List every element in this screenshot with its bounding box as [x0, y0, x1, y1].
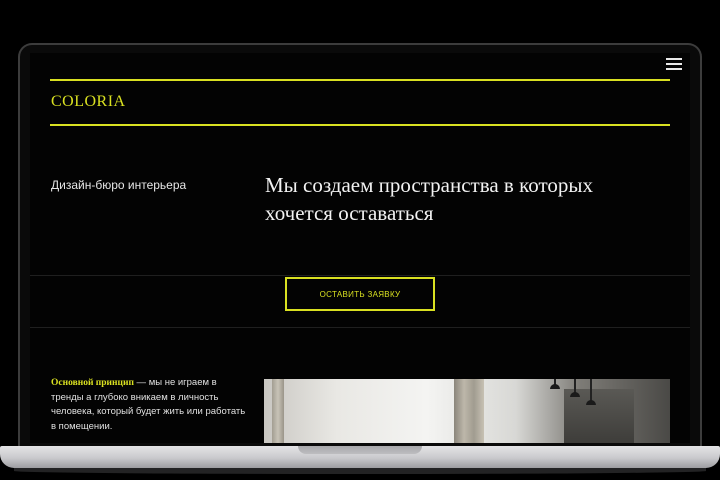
laptop-shadow: [14, 468, 706, 474]
curtain-middle: [454, 379, 484, 443]
laptop-mockup: COLORIA Дизайн-бюро интерьера Мы создаем…: [0, 0, 720, 480]
curtain-left: [272, 379, 284, 443]
section-divider-top: [30, 275, 690, 276]
tagline: Дизайн-бюро интерьера: [51, 178, 187, 192]
pendant-lamp: [550, 379, 560, 389]
header-bottom-rule: [50, 124, 670, 126]
site-logo[interactable]: COLORIA: [51, 93, 126, 111]
pendant-lamp: [586, 379, 596, 405]
hero-headline: Мы создаем пространства в которых хочетс…: [265, 173, 593, 225]
leave-request-button[interactable]: ОСТАВИТЬ ЗАЯВКУ: [285, 277, 435, 311]
laptop-lid: COLORIA Дизайн-бюро интерьера Мы создаем…: [18, 43, 702, 463]
laptop-base-notch: [298, 446, 422, 454]
header-top-rule: [50, 79, 670, 81]
principle-text: Основной принцип — мы не играем в тренды…: [51, 376, 251, 434]
principle-accent: Основной принцип: [51, 378, 134, 388]
hamburger-menu-icon[interactable]: [666, 58, 682, 70]
section-divider-bottom: [30, 327, 690, 328]
interior-photo: [264, 379, 670, 443]
website-screen: COLORIA Дизайн-бюро интерьера Мы создаем…: [30, 53, 690, 443]
dark-cabinet: [564, 389, 634, 443]
pendant-lamp: [570, 379, 580, 397]
